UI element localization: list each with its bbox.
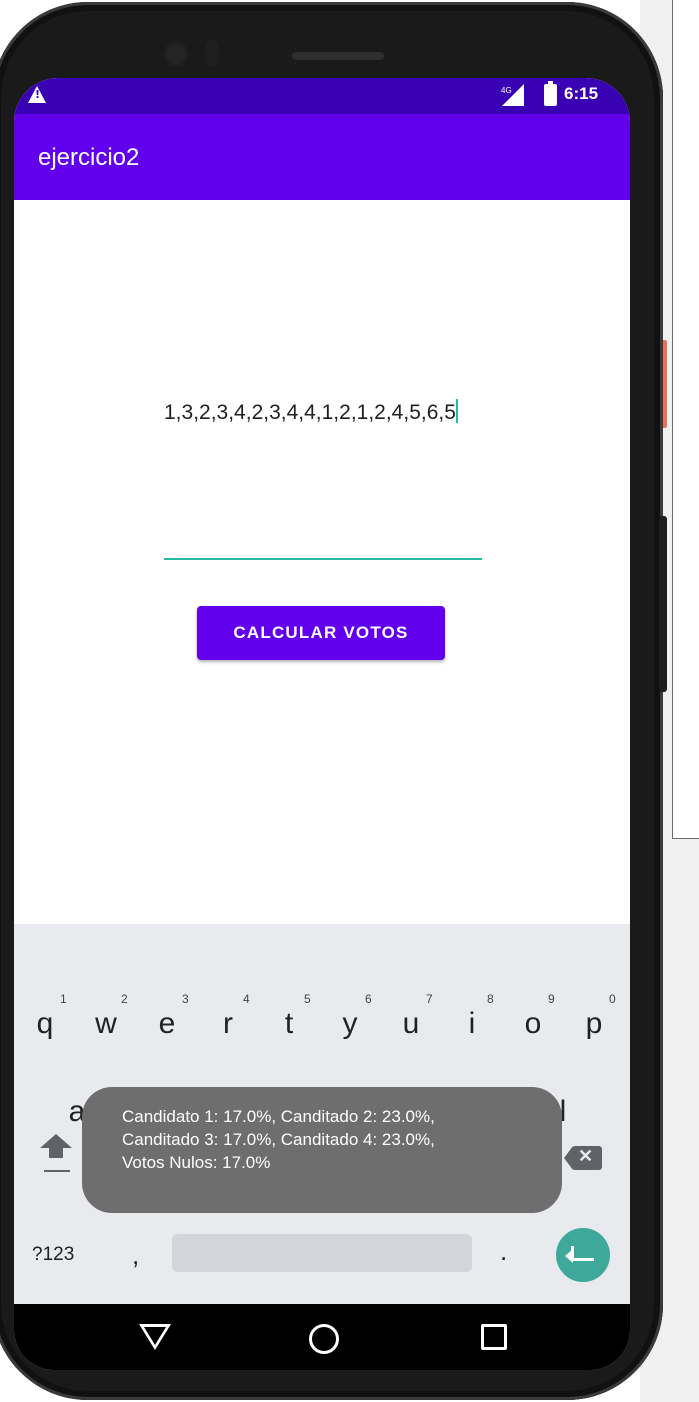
phone-screen: 4G 6:15 ejercicio2 1,3,2,3,4,2,3,4,4,1,2… [14,78,630,1370]
battery-icon [544,81,557,106]
backspace-key[interactable]: ✕ [564,1144,604,1172]
backspace-x-glyph: ✕ [578,1146,594,1166]
key-hint-2: 2 [121,992,128,1006]
shift-arrow-icon [40,1134,72,1148]
toast-line: Candidato 1: 17.0%, Canditado 2: 23.0%, [122,1107,435,1126]
main-content: 1,3,2,3,4,2,3,4,4,1,2,1,2,4,5,6,5 CALCUL… [14,200,630,924]
key-hint-3: 3 [182,992,189,1006]
space-key[interactable] [172,1234,472,1272]
calculate-votes-button[interactable]: CALCULAR VOTOS [197,606,445,660]
navigation-bar [14,1304,630,1370]
phone-side-button [659,516,667,692]
app-title: ejercicio2 [38,144,140,171]
comma-key[interactable]: , [132,1240,139,1271]
results-toast: Candidato 1: 17.0%, Canditado 2: 23.0%, … [82,1087,562,1213]
votes-input-value: 1,3,2,3,4,2,3,4,4,1,2,1,2,4,5,6,5 [164,401,456,424]
enter-key[interactable] [556,1228,610,1282]
recents-icon[interactable] [481,1324,507,1350]
front-camera-icon [166,44,186,64]
background-document-panel [672,0,699,839]
earpiece-speaker [292,52,384,60]
key-hint-6: 6 [365,992,372,1006]
period-key[interactable]: . [500,1236,507,1267]
network-type-label: 4G [501,86,512,95]
symbols-key[interactable]: ?123 [32,1244,74,1266]
shift-underline [44,1170,70,1172]
key-hint-5: 5 [304,992,311,1006]
key-hint-8: 8 [487,992,494,1006]
key-hint-4: 4 [243,992,250,1006]
phone-frame: 4G 6:15 ejercicio2 1,3,2,3,4,2,3,4,4,1,2… [0,2,663,1400]
app-bar: ejercicio2 [14,114,630,200]
shift-key[interactable] [38,1134,74,1184]
proximity-sensor [206,40,218,66]
text-cursor [455,399,458,423]
key-hint-0: 0 [609,992,616,1006]
status-time: 6:15 [564,84,599,103]
toast-line: Votos Nulos: 17.0% [122,1153,271,1172]
home-icon[interactable] [309,1324,339,1354]
back-icon[interactable] [139,1324,171,1350]
signal-icon: 4G [501,84,524,106]
toast-line: Canditado 3: 17.0%, Canditado 4: 23.0%, [122,1130,435,1149]
shift-stem [49,1148,63,1158]
warning-icon [28,86,46,103]
votes-input[interactable]: 1,3,2,3,4,2,3,4,4,1,2,1,2,4,5,6,5 [164,398,482,560]
key-hint-9: 9 [548,992,555,1006]
key-hint-1: 1 [60,992,67,1006]
enter-arrow-icon [565,1246,594,1263]
status-bar: 4G 6:15 [14,78,630,114]
key-hint-7: 7 [426,992,433,1006]
